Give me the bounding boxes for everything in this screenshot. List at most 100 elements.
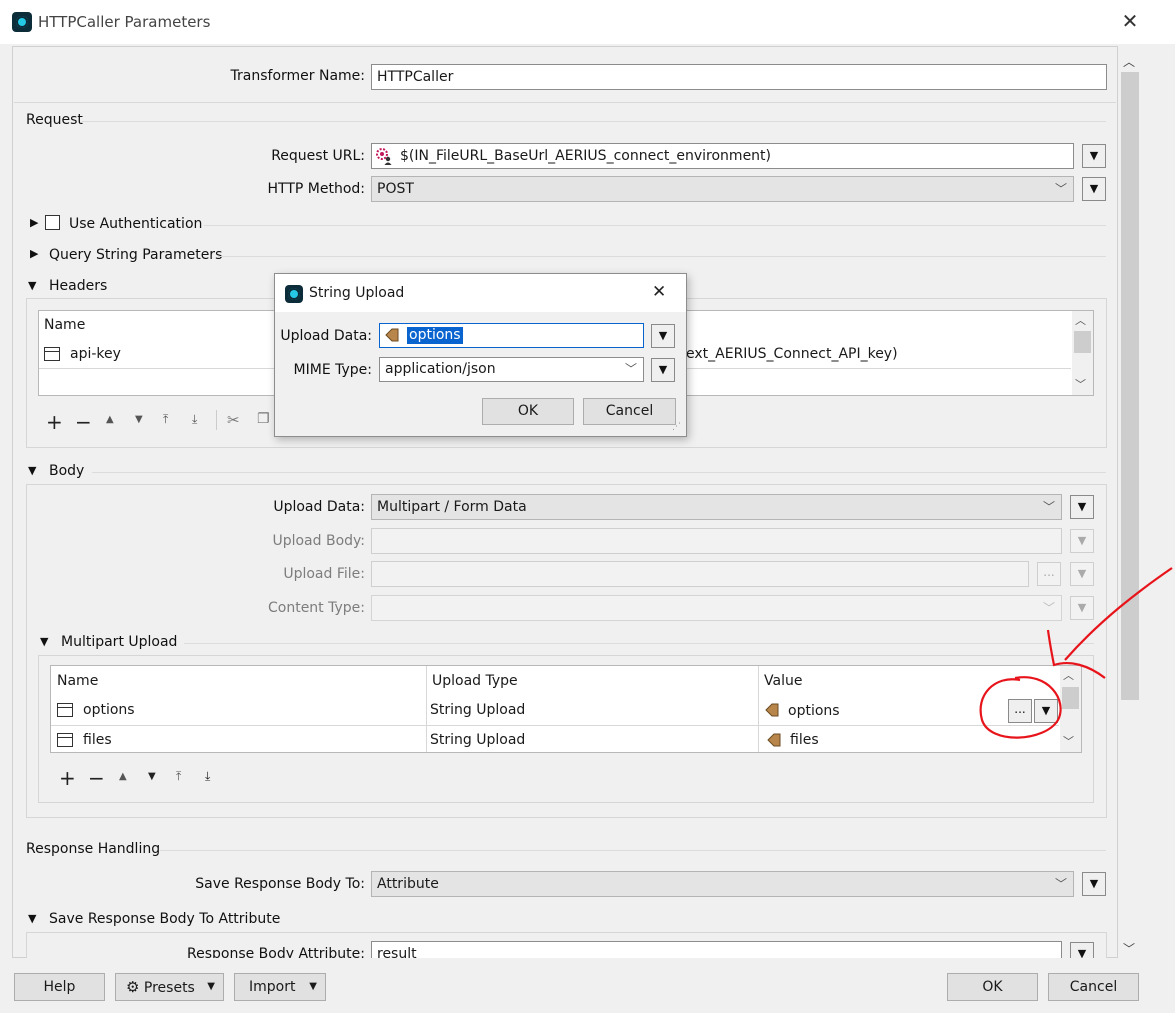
- response-attr-label: Response Body Attribute:: [186, 946, 365, 958]
- http-method-select[interactable]: POST ﹀: [371, 176, 1074, 202]
- add-icon[interactable]: +: [46, 410, 63, 434]
- upload-data-menu-button[interactable]: ▼: [1070, 495, 1094, 519]
- triangle-down-icon[interactable]: ▼: [28, 464, 36, 477]
- add-icon[interactable]: +: [59, 766, 76, 790]
- help-button[interactable]: Help: [14, 973, 105, 1001]
- scroll-down-icon[interactable]: ﹀: [1123, 940, 1135, 957]
- query-string-label: Query String Parameters: [49, 247, 223, 263]
- save-response-to-value: Attribute: [377, 876, 439, 892]
- request-divider: [82, 121, 1106, 122]
- move-bottom-icon[interactable]: ⤓: [192, 412, 197, 427]
- request-url-menu-button[interactable]: ▼: [1082, 144, 1106, 168]
- multipart-col-type: Upload Type: [432, 673, 518, 689]
- cut-icon[interactable]: ✂: [227, 411, 240, 429]
- dialog-close-icon[interactable]: ✕: [652, 282, 666, 302]
- multipart-row-name[interactable]: options: [83, 702, 135, 718]
- dialog-upload-input[interactable]: options: [379, 323, 644, 348]
- request-url-input[interactable]: $(IN_FileURL_BaseUrl_AERIUS_connect_envi…: [371, 143, 1074, 169]
- scroll-down-icon[interactable]: ﹀: [1075, 376, 1086, 392]
- ok-button[interactable]: OK: [947, 973, 1038, 1001]
- chevron-down-icon: ﹀: [624, 362, 637, 376]
- chevron-down-icon: ﹀: [1054, 877, 1067, 891]
- remove-icon[interactable]: −: [88, 766, 105, 790]
- move-top-icon[interactable]: ⤒: [176, 769, 181, 784]
- chevron-down-icon: ﹀: [1042, 500, 1055, 514]
- save-response-menu-button[interactable]: ▼: [1082, 872, 1106, 896]
- dialog-upload-menu-button[interactable]: ▼: [651, 324, 675, 348]
- clip-area: Response Body Attribute: result ▼: [14, 940, 1116, 958]
- close-icon[interactable]: ✕: [1116, 6, 1144, 36]
- triangle-down-icon[interactable]: ▼: [28, 279, 36, 292]
- move-up-icon[interactable]: ▲: [106, 414, 114, 425]
- scroll-up-icon[interactable]: ︿: [1123, 53, 1135, 70]
- move-top-icon[interactable]: ⤒: [163, 412, 168, 427]
- multipart-row-value[interactable]: files: [790, 732, 819, 748]
- dialog-mime-label: MIME Type:: [293, 362, 372, 378]
- save-response-to-label: Save Response Body To:: [195, 876, 365, 892]
- move-down-icon[interactable]: ▼: [148, 771, 156, 782]
- move-up-icon[interactable]: ▲: [119, 771, 127, 782]
- dialog-mime-select[interactable]: application/json ﹀: [379, 357, 644, 382]
- scroll-up-icon[interactable]: ︿: [1075, 312, 1086, 328]
- transformer-name-input[interactable]: HTTPCaller: [371, 64, 1107, 90]
- transformer-name-label: Transformer Name:: [230, 68, 365, 84]
- response-attr-input[interactable]: result: [371, 941, 1062, 958]
- content-type-select: ﹀: [371, 595, 1062, 621]
- row-icon: [57, 703, 73, 717]
- save-response-to-select[interactable]: Attribute ﹀: [371, 871, 1074, 897]
- chevron-down-icon: ▼: [309, 981, 317, 992]
- remove-icon[interactable]: −: [75, 410, 92, 434]
- move-bottom-icon[interactable]: ⤓: [205, 769, 210, 784]
- copy-icon[interactable]: ❐: [257, 411, 270, 427]
- multipart-upload-label: Multipart Upload: [61, 634, 178, 650]
- upload-file-input: [371, 561, 1029, 587]
- http-method-value: POST: [377, 181, 414, 197]
- upload-body-input: [371, 528, 1062, 554]
- body-divider: [92, 472, 1106, 473]
- dialog-upload-label: Upload Data:: [280, 328, 372, 344]
- multipart-row-type[interactable]: String Upload: [430, 732, 525, 748]
- multipart-row-value[interactable]: options: [788, 703, 840, 719]
- header-row-name[interactable]: api-key: [70, 346, 121, 362]
- upload-data-value: Multipart / Form Data: [377, 499, 527, 515]
- multipart-divider: [184, 643, 1094, 644]
- request-url-label: Request URL:: [271, 148, 365, 164]
- dialog-ok-button[interactable]: OK: [482, 398, 574, 425]
- multipart-row-divider: [51, 725, 1059, 726]
- move-down-icon[interactable]: ▼: [135, 414, 143, 425]
- dialog-title: String Upload: [309, 285, 405, 301]
- resize-grip-icon[interactable]: ⋰: [672, 422, 681, 432]
- multipart-row-type[interactable]: String Upload: [430, 702, 525, 718]
- dialog-mime-menu-button[interactable]: ▼: [651, 358, 675, 382]
- multipart-table: [50, 665, 1082, 753]
- dialog-mime-value: application/json: [385, 361, 496, 377]
- upload-file-label: Upload File:: [283, 566, 365, 582]
- upload-data-select[interactable]: Multipart / Form Data ﹀: [371, 494, 1062, 520]
- multipart-row-name[interactable]: files: [83, 732, 112, 748]
- cancel-button[interactable]: Cancel: [1048, 973, 1139, 1001]
- triangle-right-icon[interactable]: ▶: [30, 247, 38, 260]
- triangle-down-icon[interactable]: ▼: [40, 635, 48, 648]
- upload-data-label: Upload Data:: [273, 499, 365, 515]
- auth-divider: [204, 225, 1106, 226]
- app-icon: [12, 12, 32, 32]
- dialog-upload-value: options: [407, 327, 463, 344]
- triangle-right-icon[interactable]: ▶: [30, 216, 38, 229]
- headers-label: Headers: [49, 278, 108, 294]
- red-annotation-circle-arrow: [979, 567, 1173, 739]
- request-section-title: Request: [26, 112, 83, 128]
- dialog-cancel-button[interactable]: Cancel: [583, 398, 676, 425]
- row-icon: [44, 347, 60, 361]
- import-button[interactable]: Import ▼: [234, 973, 326, 1001]
- header-row-value[interactable]: ext_AERIUS_Connect_API_key): [686, 346, 898, 362]
- response-divider: [160, 850, 1106, 851]
- use-authentication-checkbox[interactable]: [45, 215, 60, 230]
- presets-button[interactable]: ⚙ Presets ▼: [115, 973, 224, 1001]
- http-method-menu-button[interactable]: ▼: [1082, 177, 1106, 201]
- triangle-down-icon[interactable]: ▼: [28, 912, 36, 925]
- headers-scroll-thumb[interactable]: [1074, 331, 1091, 353]
- upload-body-menu-button: ▼: [1070, 529, 1094, 553]
- http-method-label: HTTP Method:: [267, 181, 365, 197]
- response-attr-menu-button[interactable]: ▼: [1070, 942, 1094, 958]
- content-type-label: Content Type:: [267, 600, 365, 616]
